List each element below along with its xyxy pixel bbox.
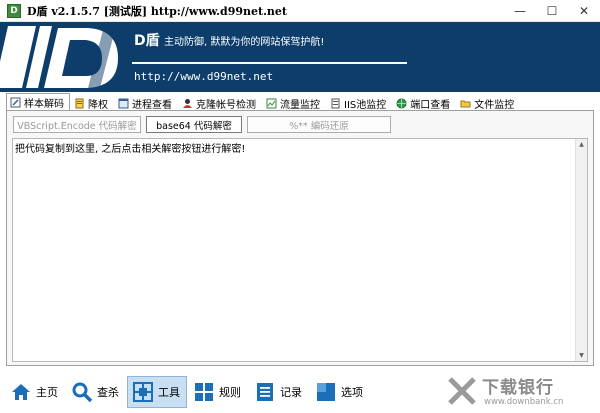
nav-label: 记录 bbox=[280, 386, 302, 399]
nav-label: 规则 bbox=[219, 386, 241, 399]
tab-file-monitor[interactable]: 文件监控 bbox=[456, 94, 520, 111]
window-title: D盾 v2.1.5.7 [测试版] http://www.d99net.net bbox=[27, 4, 287, 18]
code-textarea[interactable]: 把代码复制到这里, 之后点击相关解密按钮进行解密! ▲ ▼ bbox=[12, 138, 588, 362]
nav-label: 工具 bbox=[158, 386, 180, 399]
document-icon bbox=[75, 98, 84, 108]
vbscript-decode-button[interactable]: VBScript.Encode 代码解密 bbox=[13, 116, 141, 133]
tab-iis-pool-monitor[interactable]: IIS池监控 bbox=[326, 94, 392, 111]
tab-process-view[interactable]: 进程查看 bbox=[114, 94, 178, 111]
nav-label: 选项 bbox=[341, 386, 363, 399]
brand-name: D盾 bbox=[134, 33, 160, 49]
site-watermark: 下载银行 www.downbank.cn bbox=[442, 373, 592, 413]
nav-options[interactable]: 选项 bbox=[310, 376, 370, 408]
log-icon bbox=[257, 383, 273, 401]
minimize-button[interactable]: — bbox=[504, 0, 536, 22]
nav-home[interactable]: 主页 bbox=[5, 376, 65, 408]
percent-decode-button[interactable]: %** 编码还原 bbox=[247, 116, 391, 133]
nav-rules[interactable]: 规则 bbox=[188, 376, 248, 408]
tab-label: 进程查看 bbox=[132, 99, 172, 111]
scroll-down-icon[interactable]: ▼ bbox=[576, 350, 587, 361]
user-icon bbox=[183, 98, 192, 108]
decode-panel: VBScript.Encode 代码解密 base64 代码解密 %** 编码还… bbox=[6, 110, 594, 366]
tab-label: 流量监控 bbox=[280, 99, 320, 111]
tab-deprivilege[interactable]: 降权 bbox=[70, 94, 114, 111]
tools-icon bbox=[133, 382, 153, 402]
close-button[interactable]: ✕ bbox=[568, 0, 600, 22]
nav-scan[interactable]: 查杀 bbox=[66, 376, 126, 408]
tab-label: 文件监控 bbox=[474, 99, 515, 111]
chart-icon bbox=[266, 98, 277, 108]
banner-divider bbox=[132, 62, 407, 64]
watermark-url: www.downbank.cn bbox=[484, 397, 564, 407]
tab-label: 降权 bbox=[88, 99, 108, 111]
tab-label: IIS池监控 bbox=[344, 99, 387, 111]
pen-icon bbox=[10, 97, 21, 108]
nav-label: 查杀 bbox=[97, 386, 119, 399]
watermark-logo-icon bbox=[448, 377, 476, 405]
nav-label: 主页 bbox=[36, 386, 58, 399]
editor-placeholder-text: 把代码复制到这里, 之后点击相关解密按钮进行解密! bbox=[15, 144, 246, 155]
window-icon bbox=[118, 98, 129, 108]
base64-decode-button[interactable]: base64 代码解密 bbox=[146, 116, 242, 133]
globe-icon bbox=[396, 98, 407, 108]
brand-url: http://www.d99net.net bbox=[134, 70, 274, 83]
app-shield-icon: D bbox=[7, 3, 21, 18]
vertical-scrollbar[interactable]: ▲ ▼ bbox=[575, 139, 587, 361]
nav-tools[interactable]: 工具 bbox=[127, 376, 187, 408]
rules-icon bbox=[195, 383, 213, 401]
home-icon bbox=[12, 384, 30, 400]
nav-log[interactable]: 记录 bbox=[249, 376, 309, 408]
search-icon bbox=[72, 382, 93, 403]
d-shield-logo-icon bbox=[0, 22, 130, 92]
options-icon bbox=[317, 383, 335, 401]
tab-sample-decode[interactable]: 样本解码 bbox=[6, 93, 70, 111]
tab-label: 端口查看 bbox=[410, 99, 451, 111]
scroll-up-icon[interactable]: ▲ bbox=[576, 139, 587, 150]
title-bar[interactable]: D D盾 v2.1.5.7 [测试版] http://www.d99net.ne… bbox=[0, 0, 600, 22]
maximize-button[interactable]: ☐ bbox=[536, 0, 568, 22]
decode-buttons: VBScript.Encode 代码解密 base64 代码解密 %** 编码还… bbox=[13, 116, 396, 133]
tab-traffic-monitor[interactable]: 流量监控 bbox=[262, 94, 326, 111]
tab-clone-account[interactable]: 克隆帐号检测 bbox=[178, 94, 262, 111]
header-banner: D盾 主动防御, 默默为你的网站保驾护航! http://www.d99net.… bbox=[0, 22, 600, 92]
tab-label: 克隆帐号检测 bbox=[196, 99, 256, 111]
tool-tabs: 样本解码 降权 进程查看 克隆帐号检测 流量监控 IIS池监控 端口查看 文件监… bbox=[6, 93, 594, 111]
tab-label: 样本解码 bbox=[24, 99, 64, 110]
window-controls: — ☐ ✕ bbox=[504, 0, 600, 22]
tab-port-view[interactable]: 端口查看 bbox=[392, 94, 456, 111]
folder-icon bbox=[460, 100, 471, 107]
brand-slogan: 主动防御, 默默为你的网站保驾护航! bbox=[164, 37, 325, 48]
server-icon bbox=[331, 98, 340, 108]
watermark-text: 下载银行 bbox=[482, 378, 554, 398]
